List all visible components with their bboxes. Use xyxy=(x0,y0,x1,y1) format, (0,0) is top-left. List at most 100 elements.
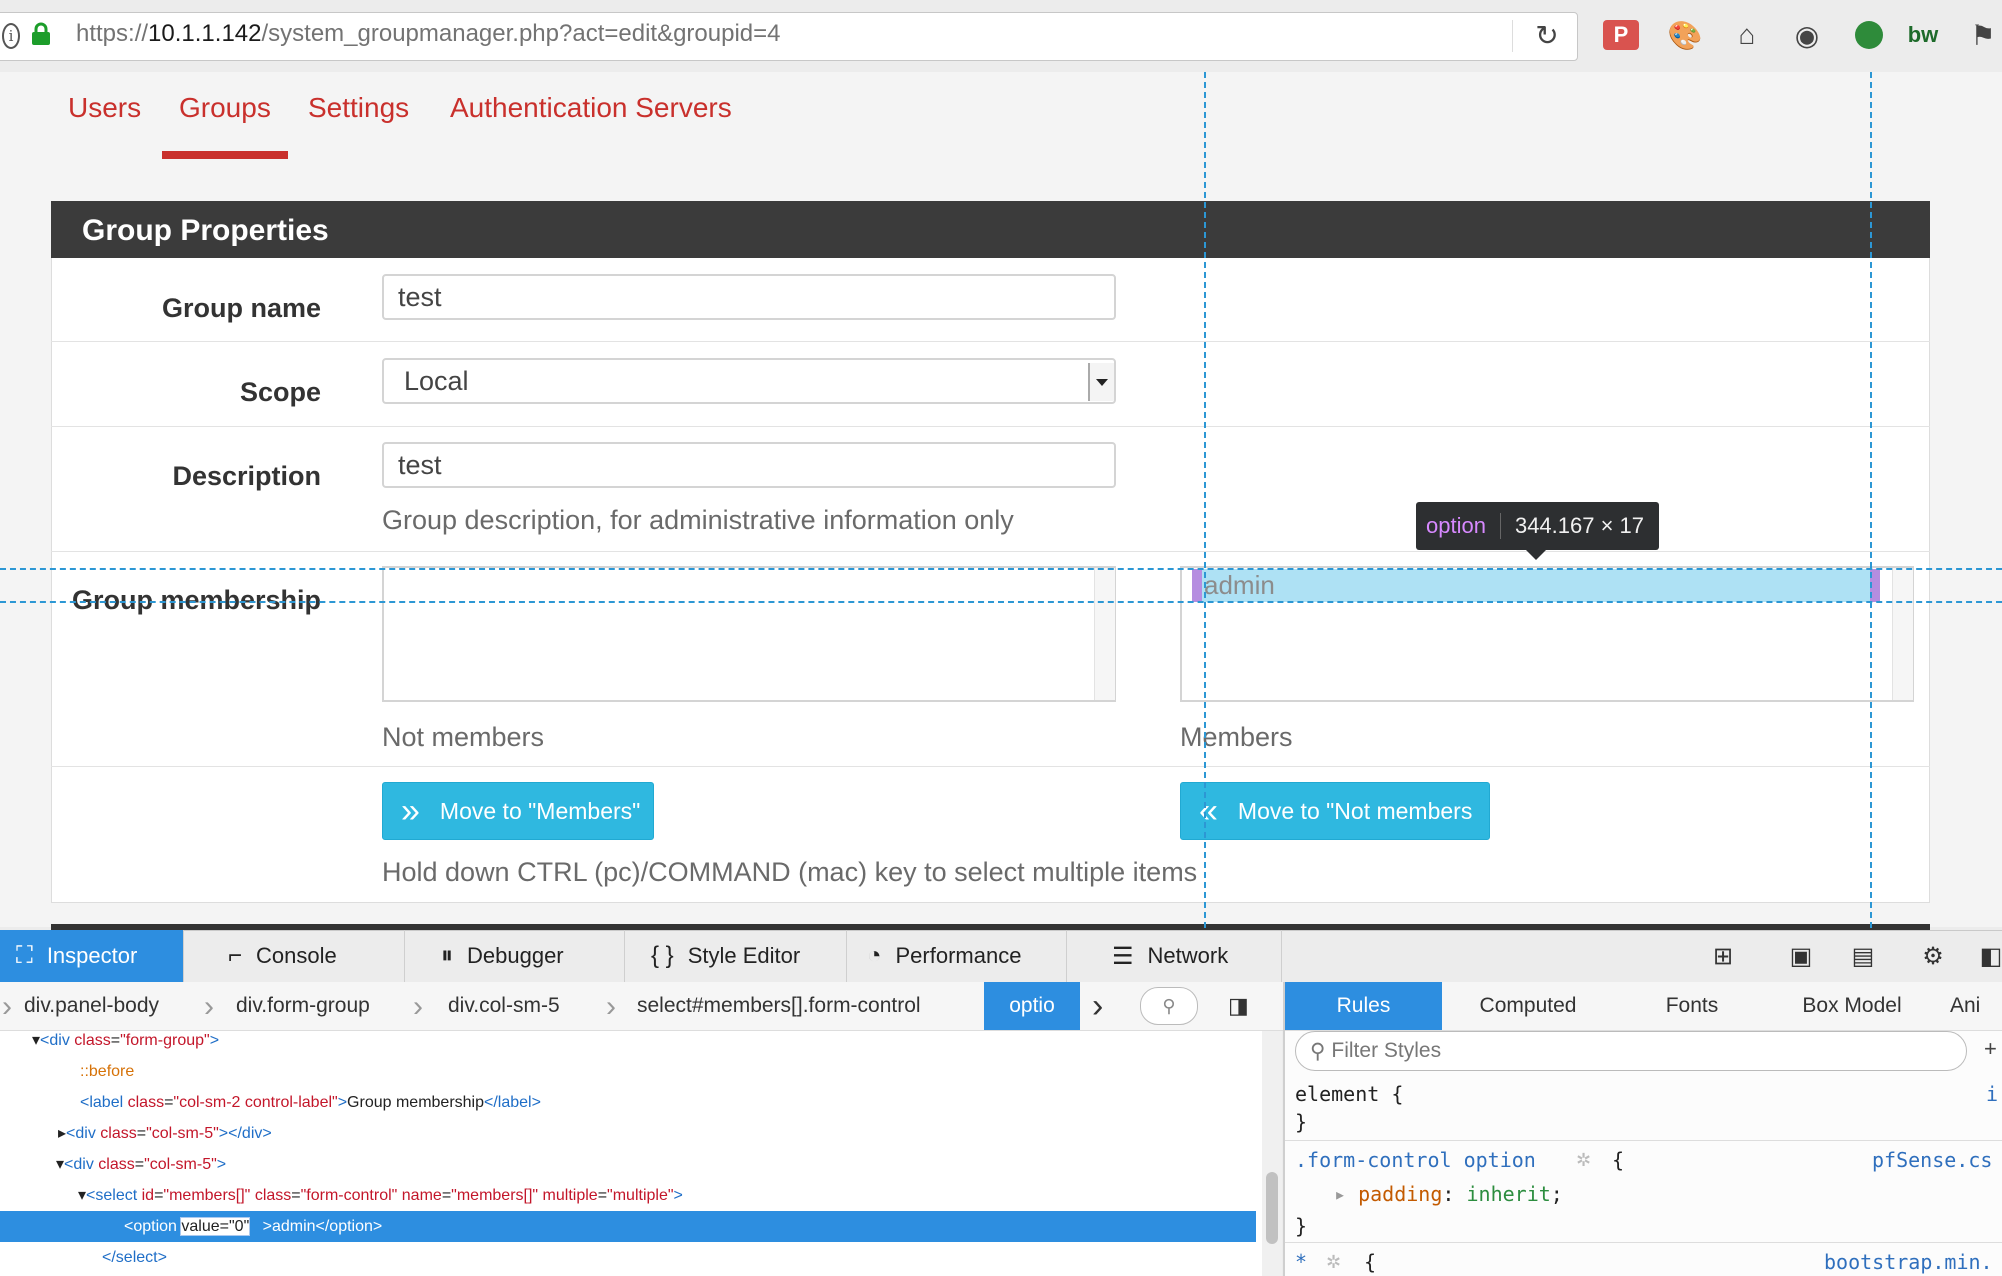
breadcrumb-item[interactable]: div.panel-body xyxy=(24,982,159,1030)
markup-line[interactable]: ::before xyxy=(0,1056,1342,1087)
home-icon[interactable]: ⌂ xyxy=(1728,16,1766,54)
gear-icon[interactable]: ✲ xyxy=(1326,1252,1341,1273)
rule-source[interactable]: pfSense.cs xyxy=(1872,1148,1992,1172)
chevron-right-icon: › xyxy=(606,990,616,1023)
rule-open: { xyxy=(1612,1148,1625,1172)
tab-rules[interactable]: Rules xyxy=(1285,982,1442,1030)
scrollbar-thumb[interactable] xyxy=(1266,1172,1278,1244)
chevron-down-icon[interactable] xyxy=(1088,363,1114,401)
breadcrumb-item[interactable]: div.col-sm-5 xyxy=(448,982,560,1030)
rule-source[interactable]: i xyxy=(1986,1082,1998,1106)
not-members-listbox[interactable] xyxy=(382,566,1116,702)
inspector-icon: ⛶ xyxy=(16,942,33,969)
highlighter-infobar: option 344.167 × 17 xyxy=(1416,502,1659,560)
member-option-highlight[interactable] xyxy=(1192,569,1880,602)
url-scheme: https:// xyxy=(76,20,149,47)
globe-dropdown-icon[interactable]: ◉ xyxy=(1788,16,1826,54)
breadcrumb-item[interactable]: select#members[].form-control xyxy=(637,982,921,1030)
chevron-right-icon: › xyxy=(204,990,214,1023)
rule-declaration[interactable]: ▸ padding: inherit; xyxy=(1334,1182,1563,1206)
tab-network[interactable]: ☰ Network xyxy=(1096,930,1282,982)
markup-line-selected[interactable]: <option value="0" >admin</option> xyxy=(0,1211,1256,1242)
row-divider xyxy=(51,551,1930,552)
scrollbar[interactable] xyxy=(1094,568,1115,700)
responsive-mode-icon[interactable]: ▤ xyxy=(1848,942,1878,970)
filter-styles-input[interactable]: ⚲ Filter Styles xyxy=(1295,1031,1967,1071)
markup-line[interactable]: ▾<div class="form-group"> xyxy=(0,1025,1294,1056)
frame-select-icon[interactable]: ⊞ xyxy=(1708,942,1738,970)
flag-icon[interactable]: ⚑ xyxy=(1964,16,2002,54)
rule-divider xyxy=(1285,1242,2002,1243)
move-to-members-button[interactable]: » Move to "Members" xyxy=(382,782,654,840)
scrollbar[interactable] xyxy=(1892,568,1913,700)
markup-line[interactable]: ▸<div class="col-sm-5"></div> xyxy=(0,1118,1320,1149)
gear-icon[interactable]: ✲ xyxy=(1576,1150,1591,1171)
bw-extension-icon[interactable]: bw xyxy=(1904,16,1942,54)
member-option-admin[interactable]: admin xyxy=(1204,570,1275,601)
palette-icon[interactable]: 🎨 xyxy=(1666,16,1704,54)
chevron-right-icon: › xyxy=(413,990,423,1023)
row-divider xyxy=(51,426,1930,427)
pocket-label: P xyxy=(1603,20,1639,50)
tab-settings[interactable]: Settings xyxy=(308,92,409,124)
split-console-icon[interactable]: ▣ xyxy=(1786,942,1816,970)
multi-select-help: Hold down CTRL (pc)/COMMAND (mac) key to… xyxy=(382,857,1198,887)
url-path: /system_groupmanager.php?act=edit&groupi… xyxy=(261,20,781,47)
lock-icon[interactable] xyxy=(30,22,52,46)
markup-line[interactable]: ▾<select id="members[]" class="form-cont… xyxy=(0,1180,1340,1211)
tab-box-model[interactable]: Box Model xyxy=(1772,982,1932,1030)
rule-selector[interactable]: .form-control option xyxy=(1295,1148,1536,1172)
row-divider xyxy=(51,766,1930,767)
description-help: Group description, for administrative in… xyxy=(382,505,1014,535)
members-caption: Members xyxy=(1180,722,1293,752)
breadcrumb-active[interactable]: optio xyxy=(984,982,1080,1030)
highlighter-guide-right xyxy=(1870,72,1872,928)
tab-debugger[interactable]: ⏸ Debugger xyxy=(425,930,625,982)
move-to-not-members-button[interactable]: « Move to "Not members xyxy=(1180,782,1490,840)
tab-computed[interactable]: Computed xyxy=(1444,982,1612,1030)
tab-inspector[interactable]: ⛶ Inspector xyxy=(0,930,184,982)
group-name-input[interactable]: test xyxy=(382,274,1116,320)
tab-performance-label: Performance xyxy=(895,943,1022,968)
add-rule-icon[interactable]: + xyxy=(1984,1036,1997,1062)
tab-console[interactable]: ⌐ Console xyxy=(212,930,405,982)
highlighter-guide-bottom xyxy=(0,601,2002,603)
url-text[interactable]: https://10.1.1.142/system_groupmanager.p… xyxy=(76,20,781,48)
markup-line[interactable]: <label class="col-sm-2 control-label">Gr… xyxy=(0,1087,1342,1118)
tab-console-label: Console xyxy=(256,943,337,968)
tab-animations[interactable]: Ani xyxy=(1950,982,2002,1030)
scope-select[interactable]: Local xyxy=(382,358,1116,404)
tab-groups[interactable]: Groups xyxy=(179,92,271,124)
description-input[interactable]: test xyxy=(382,442,1116,488)
toggle-sidebar-icon[interactable]: ◨ xyxy=(1228,982,1249,1030)
search-icon[interactable]: ⚲ xyxy=(1140,987,1198,1025)
extension-green-icon[interactable] xyxy=(1850,16,1888,54)
rule-selector[interactable]: element { xyxy=(1295,1082,1403,1106)
pocket-icon[interactable]: P xyxy=(1602,16,1640,54)
bw-label: bw xyxy=(1907,22,1939,47)
reload-icon[interactable]: ↻ xyxy=(1528,16,1566,54)
breadcrumb-item[interactable]: div.form-group xyxy=(236,982,370,1030)
markup-line[interactable]: </select> xyxy=(0,1242,1364,1273)
tab-style-editor[interactable]: { } Style Editor xyxy=(635,930,847,982)
tab-style-editor-label: Style Editor xyxy=(687,943,801,968)
markup-line[interactable]: ▾<div class="col-sm-5"> xyxy=(0,1149,1318,1180)
tab-authentication-servers[interactable]: Authentication Servers xyxy=(450,92,732,124)
not-members-caption: Not members xyxy=(382,722,545,752)
gear-icon[interactable]: ⚙ xyxy=(1918,942,1948,970)
network-icon: ☰ xyxy=(1112,942,1134,970)
attribute-edit-field[interactable]: value="0" xyxy=(180,1217,251,1236)
tab-fonts[interactable]: Fonts xyxy=(1614,982,1770,1030)
rule-source[interactable]: bootstrap.min. xyxy=(1824,1250,1993,1274)
move-to-not-members-label: Move to "Not members xyxy=(1237,797,1473,824)
rule-selector[interactable]: * xyxy=(1295,1250,1307,1274)
console-icon: ⌐ xyxy=(228,942,243,969)
dock-side-icon[interactable]: ◧ xyxy=(1976,942,2002,970)
tab-performance[interactable]: ◔ Performance xyxy=(851,930,1067,982)
breadcrumb-scroll-right-icon[interactable]: › xyxy=(1092,982,1103,1030)
tab-network-label: Network xyxy=(1147,943,1229,968)
info-icon[interactable]: i xyxy=(2,23,20,49)
tab-users[interactable]: Users xyxy=(68,92,141,124)
panel-heading xyxy=(51,201,1930,258)
description-label: Description xyxy=(172,461,321,491)
